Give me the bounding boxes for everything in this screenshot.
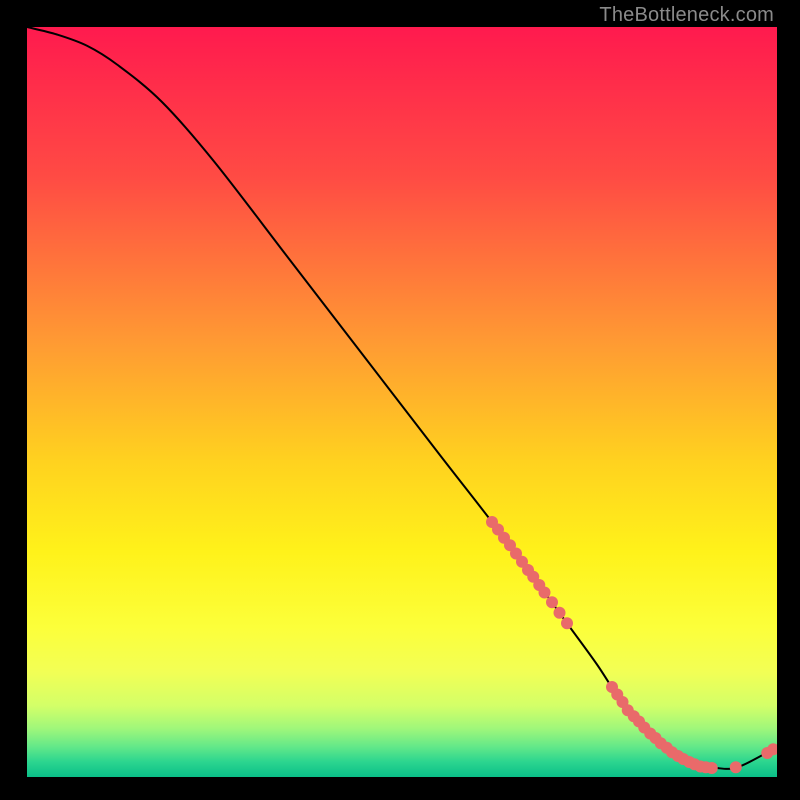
watermark-label: TheBottleneck.com bbox=[599, 4, 774, 27]
marker-dot bbox=[539, 587, 551, 599]
plot-area bbox=[27, 27, 777, 777]
marker-dot bbox=[730, 761, 742, 773]
marker-dot bbox=[546, 596, 558, 608]
highlight-markers bbox=[486, 516, 777, 774]
curve-layer bbox=[27, 27, 777, 777]
marker-dot bbox=[554, 607, 566, 619]
marker-dot bbox=[706, 762, 718, 774]
chart-stage: TheBottleneck.com bbox=[0, 0, 800, 800]
bottleneck-curve bbox=[27, 27, 777, 769]
plot-inner bbox=[27, 27, 777, 777]
marker-dot bbox=[561, 617, 573, 629]
